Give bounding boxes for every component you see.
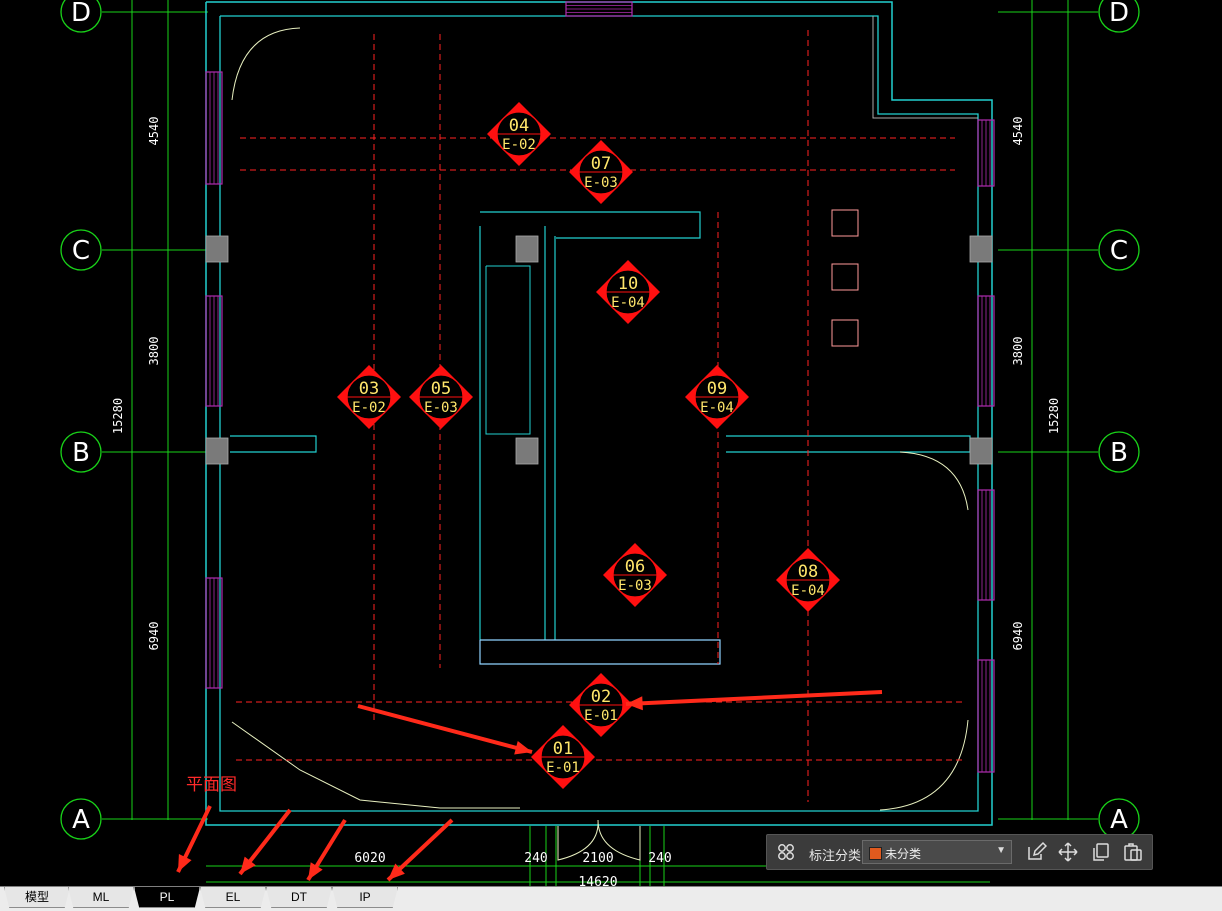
column — [969, 235, 993, 263]
tab-pl[interactable]: PL — [134, 887, 200, 908]
dimension-total: 15280 — [111, 398, 125, 434]
layout-tab-bar: 模型 ML PL EL DT IP — [0, 886, 1222, 911]
marker-sheet: E-02 — [352, 400, 386, 416]
marker-number: 09 — [707, 379, 727, 399]
grid-axis-label: D — [1109, 0, 1129, 28]
grid-axis-label: C — [1110, 236, 1128, 266]
edit-icon[interactable] — [1025, 841, 1047, 863]
dimension-value: 240 — [648, 851, 671, 866]
dimension-value: 6940 — [1011, 622, 1025, 651]
annotation-category-label: 标注分类 — [809, 848, 862, 863]
category-selected-value: 未分类 — [885, 847, 922, 861]
paste-icon[interactable] — [1122, 841, 1144, 863]
marker-number: 04 — [509, 116, 529, 136]
dimension-value: 6020 — [354, 851, 385, 866]
grid-axis-label: C — [72, 236, 90, 266]
marker-number: 02 — [591, 687, 611, 707]
dimension-value: 240 — [524, 851, 547, 866]
grid-icon[interactable] — [775, 841, 797, 863]
marker-number: 08 — [798, 562, 818, 582]
copy-icon[interactable] — [1090, 841, 1112, 863]
dimension-value: 6940 — [147, 622, 161, 651]
tab-dt[interactable]: DT — [266, 887, 332, 908]
chevron-down-icon: ▼ — [996, 845, 1006, 856]
dimension-value: 4540 — [147, 117, 161, 146]
move-icon[interactable] — [1057, 841, 1079, 863]
marker-sheet: E-03 — [618, 578, 652, 594]
marker-number: 06 — [625, 557, 645, 577]
column — [515, 437, 539, 465]
grid-axis-label: B — [72, 438, 90, 468]
column — [515, 235, 539, 263]
dimension-value: 2100 — [582, 851, 613, 866]
grid-axis-label: D — [71, 0, 91, 28]
marker-sheet: E-03 — [424, 400, 458, 416]
marker-sheet: E-01 — [546, 760, 580, 776]
cad-drawing-canvas[interactable]: D D C C B B A A 4540 3800 6940 15280 4540 3800 6940 15… — [0, 0, 1222, 886]
grid-axis-label: A — [72, 805, 90, 835]
annotation-toolbar: 标注分类 未分类 ▼ — [766, 834, 1153, 870]
grid-axis-label: B — [1110, 438, 1128, 468]
marker-number: 10 — [618, 274, 638, 294]
column — [205, 437, 229, 465]
column — [205, 235, 229, 263]
plan-label: 平面图 — [186, 775, 237, 794]
tab-ml[interactable]: ML — [68, 887, 134, 908]
marker-sheet: E-04 — [791, 583, 825, 599]
dimension-value: 3800 — [147, 337, 161, 366]
dimension-total: 14620 — [578, 875, 617, 886]
column — [969, 437, 993, 465]
tab-el[interactable]: EL — [200, 887, 266, 908]
tab-ip[interactable]: IP — [332, 887, 398, 908]
dimension-value: 3800 — [1011, 337, 1025, 366]
marker-number: 05 — [431, 379, 451, 399]
grid-axis-label: A — [1110, 805, 1128, 835]
marker-sheet: E-01 — [584, 708, 618, 724]
dimension-value: 4540 — [1011, 117, 1025, 146]
marker-sheet: E-03 — [584, 175, 618, 191]
marker-number: 01 — [553, 739, 573, 759]
marker-sheet: E-04 — [611, 295, 645, 311]
marker-sheet: E-04 — [700, 400, 734, 416]
tab-模型[interactable]: 模型 — [4, 887, 70, 908]
annotation-category-select[interactable]: 未分类 ▼ — [862, 840, 1012, 864]
category-color-swatch — [869, 847, 882, 860]
dimension-total: 15280 — [1047, 398, 1061, 434]
marker-number: 03 — [359, 379, 379, 399]
marker-number: 07 — [591, 154, 611, 174]
marker-sheet: E-02 — [502, 137, 536, 153]
